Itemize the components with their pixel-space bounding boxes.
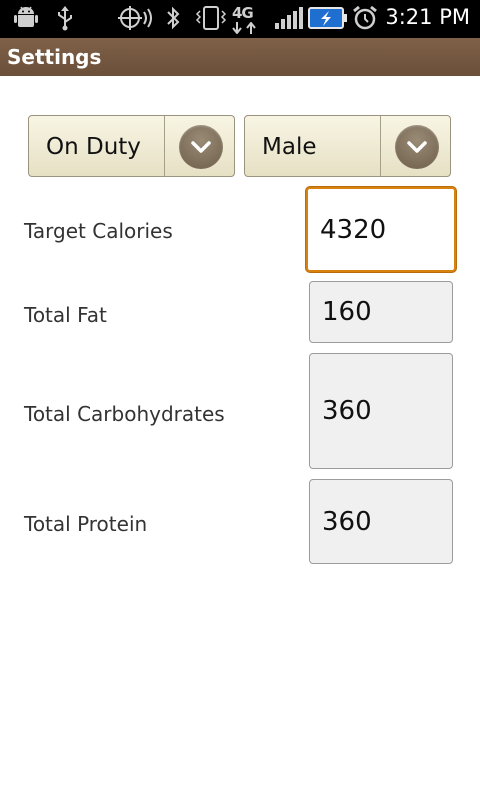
status-bar: 4G 3:21 PM [0, 0, 480, 38]
total-protein-field[interactable]: 360 [309, 479, 453, 564]
gender-spinner-value: Male [262, 134, 317, 160]
target-calories-field[interactable]: 4320 [306, 187, 456, 272]
alarm-icon [352, 5, 378, 35]
total-carbohydrates-field[interactable]: 360 [309, 353, 453, 469]
signal-strength-icon [275, 5, 303, 35]
spinner-divider [164, 116, 165, 176]
network-4g-icon: 4G [232, 3, 260, 34]
duty-spinner-value: On Duty [46, 134, 141, 160]
battery-charging-icon [308, 6, 348, 34]
bluetooth-icon [165, 5, 181, 35]
usb-icon [55, 5, 75, 35]
gender-spinner[interactable]: Male [244, 115, 451, 177]
duty-spinner[interactable]: On Duty [28, 115, 235, 177]
status-time: 3:21 PM [385, 5, 470, 29]
page-title: Settings [0, 38, 480, 76]
total-protein-label: Total Protein [24, 512, 148, 536]
spinner-divider [380, 116, 381, 176]
total-carbohydrates-label: Total Carbohydrates [24, 402, 225, 426]
vibrate-icon [195, 5, 227, 35]
gps-icon [118, 5, 154, 35]
total-fat-label: Total Fat [24, 303, 107, 327]
total-fat-field[interactable]: 160 [309, 281, 453, 343]
chevron-down-icon [395, 125, 439, 169]
android-debug-icon [14, 5, 38, 35]
target-calories-label: Target Calories [24, 219, 173, 243]
chevron-down-icon [179, 125, 223, 169]
